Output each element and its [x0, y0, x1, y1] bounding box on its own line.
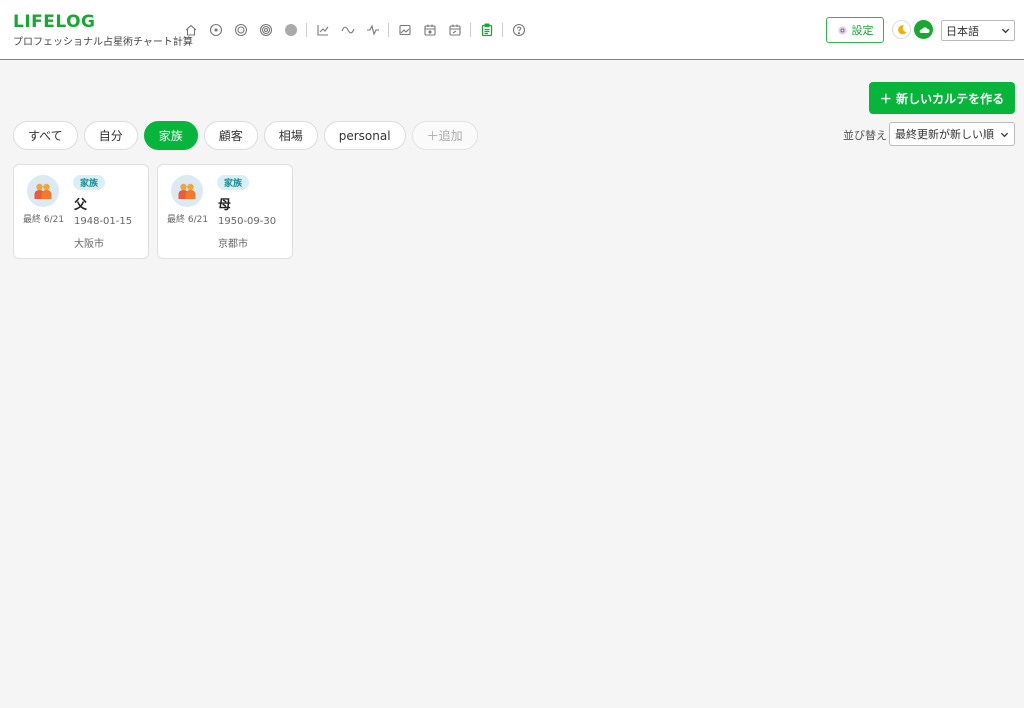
chart-card[interactable]: 最終 6/21 家族 父 1948-01-15 大阪市	[13, 164, 149, 259]
theme-dark-toggle[interactable]	[892, 20, 911, 39]
circle-dot-icon[interactable]	[207, 21, 225, 39]
calendar-icon[interactable]	[421, 21, 439, 39]
line-chart-icon[interactable]	[314, 21, 332, 39]
add-tab-button[interactable]: ＋追加	[411, 121, 478, 150]
brand-subtitle: プロフェッショナル占星術チャート計算	[13, 37, 193, 48]
category-tag: 家族	[73, 175, 106, 190]
tab-all[interactable]: すべて	[13, 121, 78, 150]
tab-personal[interactable]: personal	[323, 121, 406, 150]
birth-place: 京都市	[218, 239, 248, 250]
family-icon	[178, 183, 196, 199]
nav-divider	[502, 23, 503, 37]
category-tag: 家族	[217, 175, 250, 190]
sort-label: 並び替え	[843, 129, 887, 142]
home-icon[interactable]	[182, 21, 200, 39]
settings-label: 設定	[851, 24, 874, 37]
birth-place: 大阪市	[74, 239, 104, 250]
last-updated: 最終 6/21	[167, 215, 209, 225]
triple-circle-icon[interactable]	[257, 21, 275, 39]
brand[interactable]: LIFELOG プロフェッショナル占星術チャート計算	[13, 12, 193, 50]
tab-family[interactable]: 家族	[143, 121, 198, 150]
app-header: LIFELOG プロフェッショナル占星術チャート計算 設定 日本語	[0, 0, 1024, 60]
sort-value: 最終更新が新しい順	[895, 128, 994, 141]
avatar	[27, 175, 59, 207]
help-icon[interactable]	[510, 21, 528, 39]
gear-icon	[837, 25, 847, 35]
filled-circle-icon[interactable]	[282, 21, 300, 39]
avatar	[171, 175, 203, 207]
settings-button[interactable]: 設定	[826, 17, 884, 43]
tab-market[interactable]: 相場	[263, 121, 318, 150]
clipboard-icon[interactable]	[478, 21, 496, 39]
category-tabs: すべて 自分 家族 顧客 相場 personal ＋追加	[13, 121, 478, 150]
new-chart-button[interactable]: ＋ 新しいカルテを作る	[869, 82, 1015, 114]
nav-divider	[388, 23, 389, 37]
language-value: 日本語	[946, 24, 979, 38]
moon-icon	[897, 24, 906, 34]
nav-toolbar	[178, 20, 531, 40]
theme-green-toggle[interactable]	[914, 20, 933, 39]
chevron-down-icon	[1001, 28, 1010, 34]
card-name: 父	[74, 198, 88, 213]
nav-divider	[470, 23, 471, 37]
birth-date: 1950-09-30	[218, 216, 277, 227]
sort-select[interactable]: 最終更新が新しい順	[889, 122, 1015, 146]
chevron-down-icon	[1000, 132, 1009, 137]
chart-card[interactable]: 最終 6/21 家族 母 1950-09-30 京都市	[157, 164, 293, 259]
nav-divider	[306, 23, 307, 37]
card-name: 母	[218, 198, 232, 213]
wave-icon[interactable]	[339, 21, 357, 39]
last-updated: 最終 6/21	[23, 215, 65, 225]
calendar-edit-icon[interactable]	[446, 21, 464, 39]
pulse-icon[interactable]	[364, 21, 382, 39]
image-icon[interactable]	[396, 21, 414, 39]
family-icon	[34, 183, 52, 199]
double-circle-icon[interactable]	[232, 21, 250, 39]
tab-clients[interactable]: 顧客	[203, 121, 258, 150]
birth-date: 1948-01-15	[74, 216, 133, 227]
brand-title: LIFELOG	[13, 12, 96, 32]
cloud-icon	[919, 26, 929, 33]
tab-self[interactable]: 自分	[83, 121, 138, 150]
language-select[interactable]: 日本語	[941, 20, 1015, 41]
